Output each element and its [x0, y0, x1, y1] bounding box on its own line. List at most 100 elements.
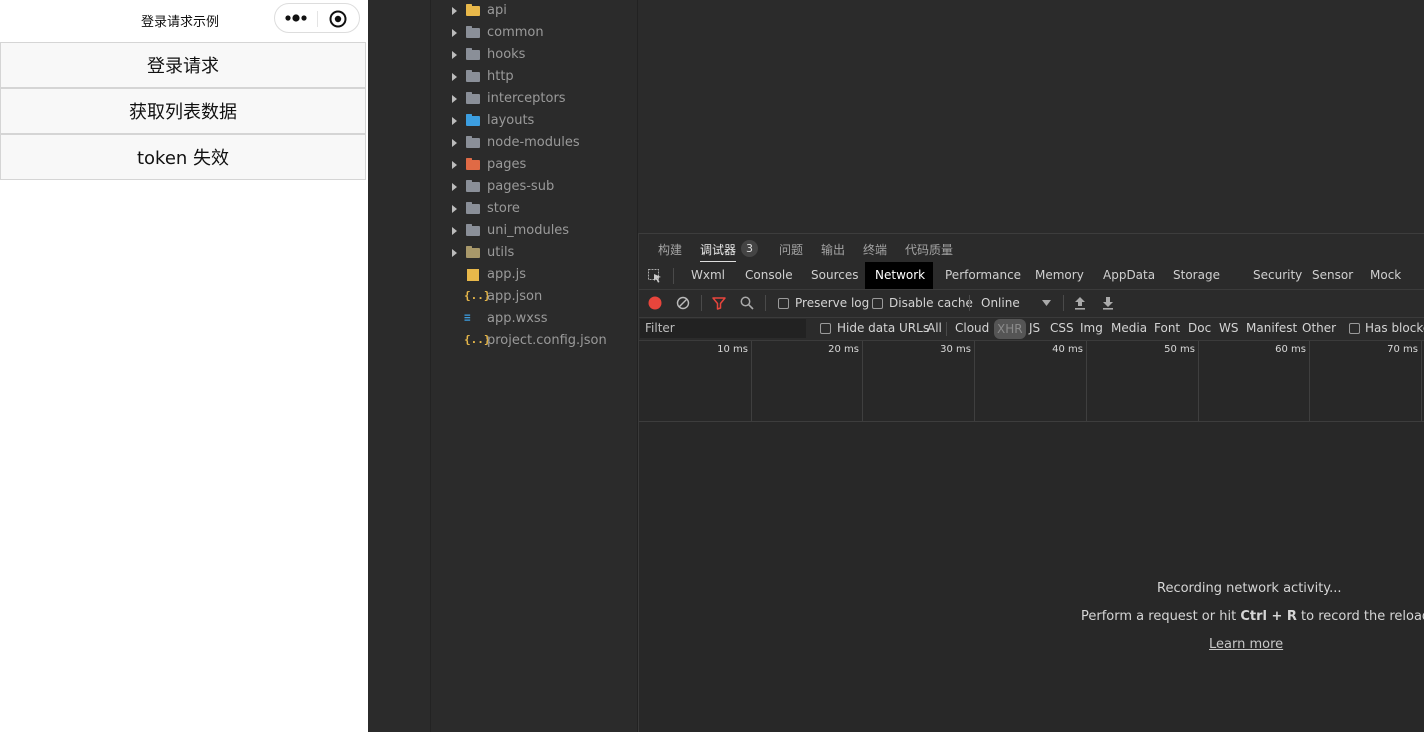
tree-folder[interactable]: pages-sub [431, 176, 637, 198]
chevron-right-icon[interactable] [452, 139, 457, 147]
disable-cache-checkbox[interactable] [872, 298, 883, 309]
filter-type-other[interactable]: Other [1302, 321, 1336, 335]
filter-input[interactable]: Filter [640, 319, 806, 338]
more-icon[interactable] [283, 9, 309, 27]
tree-item-label: layouts [487, 113, 535, 128]
tab-debugger[interactable]: 调试器 [700, 241, 737, 263]
learn-more-link[interactable]: Learn more [1209, 637, 1283, 652]
reload-shortcut: Ctrl + R [1240, 609, 1297, 624]
chevron-right-icon[interactable] [452, 227, 457, 235]
toolbar-separator [969, 295, 970, 311]
json-file-icon: {..} [464, 333, 491, 346]
tree-folder[interactable]: interceptors [431, 88, 637, 110]
devtools-tab-wxml[interactable]: Wxml [681, 262, 735, 289]
timeline-gridline [1086, 341, 1087, 421]
hide-data-urls-label: Hide data URLs [837, 321, 930, 335]
tree-file[interactable]: {..} app.json [431, 286, 637, 308]
timeline-gridline [974, 341, 975, 421]
filter-type-manifest[interactable]: Manifest [1246, 321, 1297, 335]
folder-icon [466, 224, 481, 238]
record-icon[interactable] [647, 295, 663, 311]
chevron-right-icon[interactable] [452, 183, 457, 191]
fetch-list-button[interactable]: 获取列表数据 [0, 88, 366, 134]
timeline-gridline [1198, 341, 1199, 421]
tree-file[interactable]: ≡ app.wxss [431, 308, 637, 330]
devtools-tab-sources[interactable]: Sources [801, 262, 868, 289]
tab-build[interactable]: 构建 [658, 241, 682, 258]
tree-folder[interactable]: http [431, 66, 637, 88]
close-target-icon[interactable] [329, 10, 347, 28]
chevron-right-icon[interactable] [452, 73, 457, 81]
filter-type-ws[interactable]: WS [1219, 321, 1238, 335]
filter-type-xhr[interactable]: XHR [994, 319, 1026, 339]
devtools-tab-appdata[interactable]: AppData [1093, 262, 1165, 289]
import-har-icon[interactable] [1073, 295, 1087, 311]
login-request-button[interactable]: 登录请求 [0, 42, 366, 88]
clear-icon[interactable] [675, 295, 691, 311]
filter-icon[interactable] [711, 295, 727, 311]
devtools-tab-sensor[interactable]: Sensor [1302, 262, 1363, 289]
filter-bar: Filter Hide data URLs All Cloud XHR JS C… [639, 318, 1424, 341]
folder-icon [466, 26, 481, 40]
tree-folder[interactable]: api [431, 0, 637, 22]
chevron-right-icon[interactable] [452, 51, 457, 59]
tab-terminal[interactable]: 终端 [863, 241, 887, 258]
filter-type-media[interactable]: Media [1111, 321, 1147, 335]
chevron-right-icon[interactable] [452, 249, 457, 257]
chevron-right-icon[interactable] [452, 161, 457, 169]
devtools-tab-console[interactable]: Console [735, 262, 803, 289]
devtools-tab-storage[interactable]: Storage [1163, 262, 1230, 289]
tab-code-quality[interactable]: 代码质量 [905, 241, 953, 258]
timeline-tick-label: 20 ms [828, 344, 859, 355]
tree-item-label: pages-sub [487, 179, 555, 194]
devtools-tab-mock[interactable]: Mock [1360, 262, 1411, 289]
search-icon[interactable] [739, 295, 755, 311]
filter-type-css[interactable]: CSS [1050, 321, 1074, 335]
chevron-right-icon[interactable] [452, 205, 457, 213]
tree-item-label: app.js [487, 267, 526, 282]
tree-folder[interactable]: utils [431, 242, 637, 264]
network-empty-state: Recording network activity... Perform a … [639, 421, 1424, 732]
filter-type-font[interactable]: Font [1154, 321, 1180, 335]
token-expire-button[interactable]: token 失效 [0, 134, 366, 180]
tree-folder[interactable]: layouts [431, 110, 637, 132]
tree-file[interactable]: app.js [431, 264, 637, 286]
tab-problems[interactable]: 问题 [779, 241, 803, 258]
filter-type-all[interactable]: All [927, 321, 942, 335]
chevron-right-icon[interactable] [452, 95, 457, 103]
tree-item-label: utils [487, 245, 515, 260]
tree-folder[interactable]: node-modules [431, 132, 637, 154]
chevron-down-icon[interactable] [1042, 300, 1051, 306]
devtools-tab-memory[interactable]: Memory [1025, 262, 1094, 289]
throttle-select[interactable]: Online [981, 296, 1020, 310]
filter-type-doc[interactable]: Doc [1188, 321, 1211, 335]
devtools-tab-network[interactable]: Network [865, 262, 933, 289]
tree-folder[interactable]: uni_modules [431, 220, 637, 242]
export-har-icon[interactable] [1101, 295, 1115, 311]
filter-type-cloud[interactable]: Cloud [955, 321, 989, 335]
has-blocked-cookies-checkbox[interactable] [1349, 323, 1360, 334]
timeline-tick-label: 70 ms [1387, 344, 1418, 355]
tree-file[interactable]: {..} project.config.json [431, 330, 637, 352]
tree-folder[interactable]: common [431, 22, 637, 44]
preserve-log-label: Preserve log [795, 296, 870, 310]
has-blocked-cookies-label: Has blocked cookies [1365, 321, 1424, 335]
hide-data-urls-checkbox[interactable] [820, 323, 831, 334]
utils-folder-icon [466, 246, 481, 260]
filter-type-img[interactable]: Img [1080, 321, 1103, 335]
chevron-right-icon[interactable] [452, 117, 457, 125]
filter-type-js[interactable]: JS [1029, 321, 1040, 335]
tree-folder[interactable]: pages [431, 154, 637, 176]
tab-output[interactable]: 输出 [821, 241, 845, 258]
css-file-icon: ≡ [464, 311, 471, 324]
toolbar-separator [701, 295, 702, 311]
editor-gutter [368, 0, 431, 732]
tree-folder[interactable]: hooks [431, 44, 637, 66]
devtools-tab-performance[interactable]: Performance [935, 262, 1031, 289]
preserve-log-checkbox[interactable] [778, 298, 789, 309]
inspect-element-icon[interactable] [647, 268, 663, 284]
chevron-right-icon[interactable] [452, 7, 457, 15]
tree-folder[interactable]: store [431, 198, 637, 220]
timeline-tick-label: 30 ms [940, 344, 971, 355]
chevron-right-icon[interactable] [452, 29, 457, 37]
